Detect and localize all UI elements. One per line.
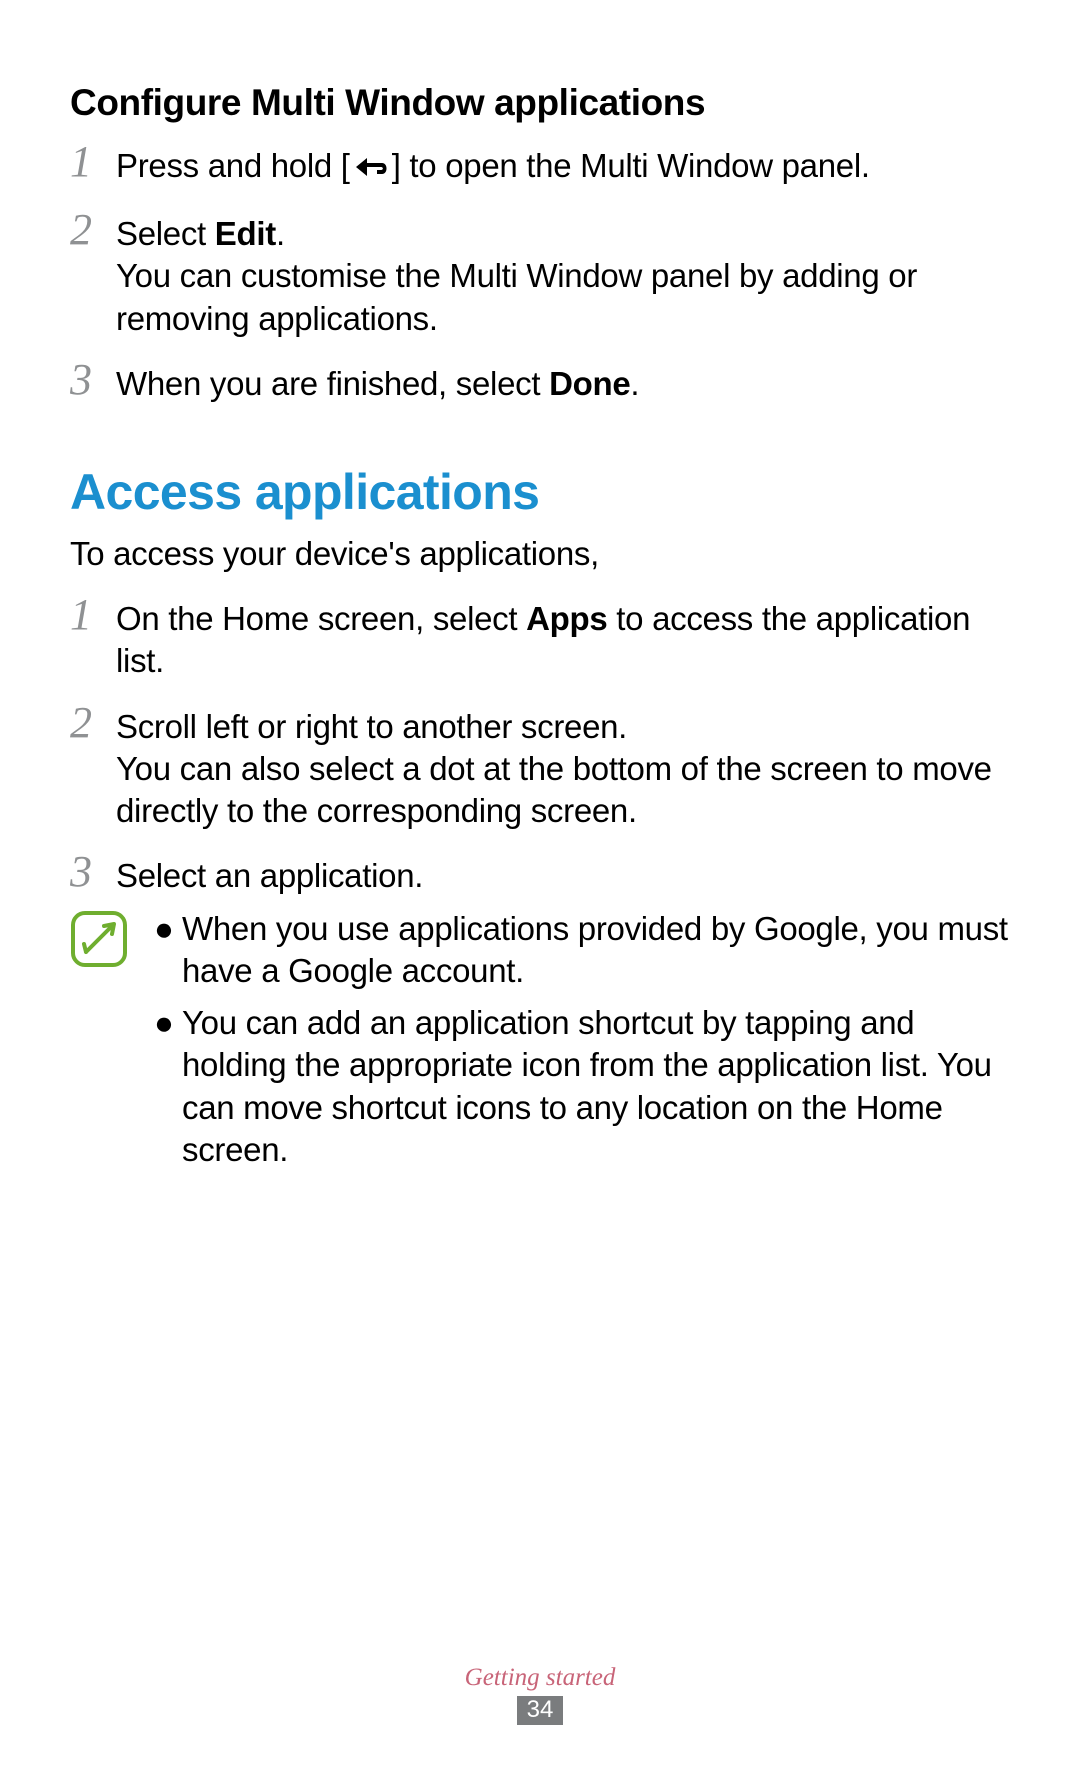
- step-row: 1 Press and hold [ ] to open the Multi Wi…: [70, 140, 1010, 190]
- page-number: 34: [517, 1696, 564, 1725]
- step-text: When you are finished, select: [116, 365, 549, 402]
- step-text-bold: Edit: [215, 215, 276, 252]
- step-body: Scroll left or right to another screen. …: [116, 701, 1010, 833]
- step-number: 3: [70, 358, 116, 402]
- note-text: When you use applications provided by Go…: [182, 908, 1010, 992]
- footer-section-name: Getting started: [0, 1664, 1080, 1692]
- step-text: ] to open the Multi Window panel.: [392, 147, 870, 184]
- page-footer: Getting started 34: [0, 1664, 1080, 1725]
- step-text: You can customise the Multi Window panel…: [116, 255, 1010, 339]
- step-row: 2 Select Edit. You can customise the Mul…: [70, 208, 1010, 340]
- manual-page: Configure Multi Window applications 1 Pr…: [0, 0, 1080, 1181]
- step-number: 3: [70, 850, 116, 894]
- step-text: You can also select a dot at the bottom …: [116, 748, 1010, 832]
- step-text: .: [630, 365, 639, 402]
- note-bullet: ● When you use applications provided by …: [154, 908, 1010, 992]
- step-body: On the Home screen, select Apps to acces…: [116, 593, 1010, 682]
- step-row: 2 Scroll left or right to another screen…: [70, 701, 1010, 833]
- step-text: Scroll left or right to another screen.: [116, 706, 1010, 748]
- step-text: Press and hold [: [116, 147, 350, 184]
- step-text-bold: Apps: [526, 600, 607, 637]
- note-icon: [70, 908, 154, 973]
- step-text: On the Home screen, select: [116, 600, 526, 637]
- note-text: You can add an application shortcut by t…: [182, 1002, 1010, 1171]
- step-row: 3 When you are finished, select Done.: [70, 358, 1010, 405]
- bullet-dot-icon: ●: [154, 1002, 182, 1171]
- step-number: 1: [70, 140, 116, 184]
- back-arrow-icon: [350, 148, 392, 190]
- step-text: .: [276, 215, 285, 252]
- step-body: When you are finished, select Done.: [116, 358, 639, 405]
- step-row: 1 On the Home screen, select Apps to acc…: [70, 593, 1010, 682]
- note-list: ● When you use applications provided by …: [154, 908, 1010, 1181]
- step-body: Select an application.: [116, 850, 423, 897]
- section-title-access: Access applications: [70, 463, 1010, 521]
- intro-text: To access your device's applications,: [70, 535, 1010, 573]
- bullet-dot-icon: ●: [154, 908, 182, 992]
- note-block: ● When you use applications provided by …: [70, 908, 1010, 1181]
- step-text: Select: [116, 215, 215, 252]
- subheading-configure: Configure Multi Window applications: [70, 82, 1010, 124]
- step-body: Press and hold [ ] to open the Multi Wind…: [116, 140, 870, 190]
- step-row: 3 Select an application.: [70, 850, 1010, 897]
- step-number: 2: [70, 701, 116, 745]
- step-number: 2: [70, 208, 116, 252]
- step-number: 1: [70, 593, 116, 637]
- step-text-bold: Done: [549, 365, 630, 402]
- note-bullet: ● You can add an application shortcut by…: [154, 1002, 1010, 1171]
- step-text: Select an application.: [116, 855, 423, 897]
- step-body: Select Edit. You can customise the Multi…: [116, 208, 1010, 340]
